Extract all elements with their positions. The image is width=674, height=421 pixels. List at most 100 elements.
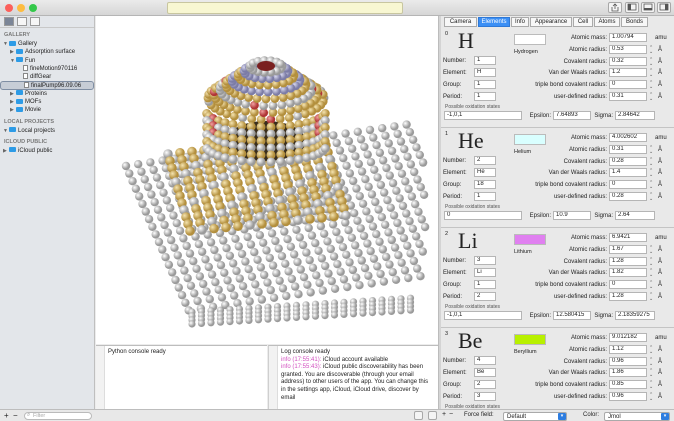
stepper-icon[interactable]: ⌃ ⌄	[649, 345, 653, 354]
stepper-icon[interactable]: ⌃ ⌄	[649, 45, 653, 54]
element-field[interactable]: H	[474, 68, 496, 77]
group-field[interactable]: 2	[474, 380, 496, 389]
period-field[interactable]: 2	[474, 292, 496, 301]
atomic-radius-field[interactable]: 1.12	[609, 344, 647, 354]
epsilon-field[interactable]: 7.64893	[553, 111, 591, 120]
stepper-icon[interactable]: ⌃ ⌄	[649, 69, 653, 78]
period-field[interactable]: 3	[474, 392, 496, 401]
atomic-radius-field[interactable]: 0.31	[609, 144, 647, 154]
sidebar-folder-item[interactable]: ▼ Local projects	[0, 127, 94, 135]
covalent-radius-field[interactable]: 0.32	[609, 56, 647, 66]
period-field[interactable]: 1	[474, 92, 496, 101]
projects-tab-icon[interactable]	[4, 17, 14, 26]
split-view-alt-icon[interactable]	[428, 411, 437, 420]
vdw-radius-field[interactable]: 1.4	[609, 168, 647, 178]
stepper-icon[interactable]: ⌃ ⌄	[649, 181, 653, 190]
add-button[interactable]: +	[442, 411, 446, 418]
tab-appearance[interactable]: Appearance	[530, 17, 572, 27]
stepper-icon[interactable]: ⌃ ⌄	[649, 157, 653, 166]
triple-bond-field[interactable]: 0	[609, 180, 647, 190]
covalent-radius-field[interactable]: 0.28	[609, 156, 647, 166]
sidebar-document-item[interactable]: finalPump96.09.06	[0, 81, 94, 90]
sigma-field[interactable]: 2.64	[615, 211, 655, 220]
stepper-icon[interactable]: ⌃ ⌄	[649, 193, 653, 202]
oxidation-field[interactable]: -1,0,1	[444, 311, 522, 320]
stepper-icon[interactable]: ⌃ ⌄	[649, 269, 653, 278]
list-tab-icon[interactable]	[17, 17, 27, 26]
triple-bond-field[interactable]: 0.85	[609, 380, 647, 390]
tab-camera[interactable]: Camera	[444, 17, 477, 27]
share-icon[interactable]	[608, 2, 622, 13]
stepper-icon[interactable]: ⌃ ⌄	[649, 93, 653, 102]
user-radius-field[interactable]: 1.28	[609, 292, 647, 301]
sigma-field[interactable]: 2.84642	[615, 111, 655, 120]
user-radius-field[interactable]: 0.31	[609, 92, 647, 101]
covalent-radius-field[interactable]: 1.28	[609, 256, 647, 266]
atomic-radius-field[interactable]: 1.67	[609, 244, 647, 254]
epsilon-field[interactable]: 12.580415	[553, 311, 591, 320]
triple-bond-field[interactable]: 0	[609, 80, 647, 90]
force-field-select[interactable]: Default ▾	[503, 411, 567, 421]
sidebar-folder-item[interactable]: ▶ iCloud public	[0, 147, 94, 155]
sidebar-document-item[interactable]: fineMotion970116	[0, 64, 94, 73]
python-console[interactable]: Python console ready	[96, 345, 267, 409]
tab-info[interactable]: Info	[511, 17, 529, 27]
toggle-bottom-panel-icon[interactable]	[641, 2, 655, 13]
element-field[interactable]: Be	[474, 368, 496, 377]
molecular-structure-render[interactable]	[96, 16, 438, 344]
group-field[interactable]: 18	[474, 180, 496, 189]
sidebar-folder-item[interactable]: ▼ Gallery	[0, 40, 94, 48]
number-field[interactable]: 3	[474, 256, 496, 265]
add-project-button[interactable]: +	[4, 411, 9, 420]
grid-tab-icon[interactable]	[30, 17, 40, 26]
atomic-radius-field[interactable]: 0.53	[609, 44, 647, 54]
stepper-icon[interactable]: ⌃ ⌄	[649, 169, 653, 178]
elements-list[interactable]: 0 H Hydrogen Number: 1 Element: H Group: 1 Period…	[441, 29, 674, 409]
sidebar-filter-input[interactable]: Filter	[24, 412, 92, 420]
stepper-icon[interactable]: ⌃ ⌄	[649, 381, 653, 390]
remove-button[interactable]: −	[449, 411, 453, 418]
number-field[interactable]: 2	[474, 156, 496, 165]
sidebar-document-item[interactable]: diffGear	[0, 73, 94, 81]
triple-bond-field[interactable]: 0	[609, 280, 647, 290]
stepper-icon[interactable]: ⌃ ⌄	[649, 145, 653, 154]
molecule-viewport[interactable]	[96, 16, 438, 344]
element-field[interactable]: Li	[474, 268, 496, 277]
tab-atoms[interactable]: Atoms	[594, 17, 620, 27]
user-radius-field[interactable]: 0.96	[609, 392, 647, 401]
tab-elements[interactable]: Elements	[478, 17, 510, 27]
stepper-icon[interactable]: ⌃ ⌄	[649, 369, 653, 378]
toggle-right-panel-icon[interactable]	[657, 2, 671, 13]
stepper-icon[interactable]: ⌃ ⌄	[649, 257, 653, 266]
stepper-icon[interactable]: ⌃ ⌄	[649, 281, 653, 290]
toggle-left-panel-icon[interactable]	[625, 2, 639, 13]
epsilon-field[interactable]: 10.9	[553, 211, 591, 220]
sidebar-folder-item[interactable]: ▼ Fun	[0, 57, 94, 65]
stepper-icon[interactable]: ⌃ ⌄	[649, 57, 653, 66]
atomic-mass-field[interactable]: 4.002602	[609, 133, 647, 142]
close-window-button[interactable]	[5, 4, 13, 12]
oxidation-field[interactable]: 0	[444, 211, 522, 220]
sidebar-folder-item[interactable]: ▶ Adsorption surface	[0, 48, 94, 56]
vdw-radius-field[interactable]: 1.2	[609, 68, 647, 78]
user-radius-field[interactable]: 0.28	[609, 192, 647, 201]
tab-bonds[interactable]: Bonds	[621, 17, 648, 27]
atomic-mass-field[interactable]: 9.012182	[609, 333, 647, 342]
zoom-window-button[interactable]	[29, 4, 37, 12]
element-field[interactable]: He	[474, 168, 496, 177]
vdw-radius-field[interactable]: 1.82	[609, 268, 647, 278]
color-scheme-select[interactable]: Jmol ▾	[604, 411, 670, 421]
sidebar-folder-item[interactable]: ▶ Movie	[0, 106, 94, 114]
group-field[interactable]: 1	[474, 280, 496, 289]
split-view-icon[interactable]	[414, 411, 423, 420]
minimize-window-button[interactable]	[17, 4, 25, 12]
stepper-icon[interactable]: ⌃ ⌄	[649, 293, 653, 302]
period-field[interactable]: 1	[474, 192, 496, 201]
covalent-radius-field[interactable]: 0.96	[609, 356, 647, 366]
stepper-icon[interactable]: ⌃ ⌄	[649, 81, 653, 90]
stepper-icon[interactable]: ⌃ ⌄	[649, 245, 653, 254]
atomic-mass-field[interactable]: 6.9421	[609, 233, 647, 242]
number-field[interactable]: 4	[474, 356, 496, 365]
stepper-icon[interactable]: ⌃ ⌄	[649, 393, 653, 402]
number-field[interactable]: 1	[474, 56, 496, 65]
